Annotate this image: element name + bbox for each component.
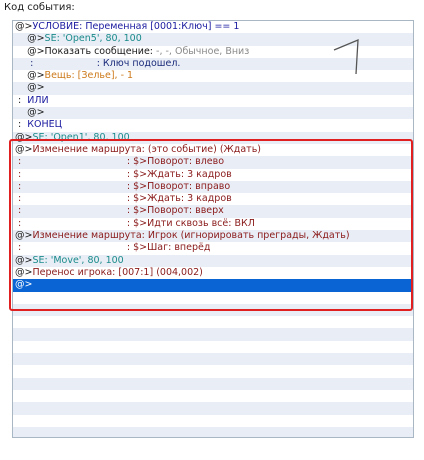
command-text: : : $>Идти сквозь всё: ВКЛ [15,217,255,229]
command-row[interactable] [13,377,413,390]
command-row[interactable] [13,426,413,437]
command-text: @> [15,82,45,94]
command-text: КОНЕЦ [27,119,63,131]
command-text: @> [15,254,33,266]
command-row[interactable]: @>УСЛОВИЕ: Переменная [0001:Ключ] == 1 [13,21,413,34]
command-row[interactable]: : : $>Идти сквозь всё: ВКЛ [13,217,413,231]
command-row[interactable] [13,340,413,354]
command-text: @> [15,33,45,45]
command-row[interactable]: @> [13,82,413,95]
command-text: : : $>Поворот: влево [15,156,225,168]
command-row[interactable]: @>Изменение маршрута: (это событие) (Жда… [13,143,413,157]
command-text: Перенос игрока: [007:1] (004,002) [32,266,203,278]
command-text: @> [15,131,33,143]
command-row[interactable]: : : $>Поворот: вверх [13,205,413,218]
command-text: : : Ключ подошел. [15,57,181,69]
command-row[interactable] [13,353,413,366]
command-text: : : $>Ждать: 3 кадров [15,193,232,205]
command-text: @>Показать сообщение: [15,45,157,57]
command-row[interactable]: : КОНЕЦ [13,119,413,132]
command-text: SE: 'Open1', 80, 100 [32,131,130,143]
command-text: SE: 'Move', 80, 100 [32,254,124,266]
command-text: @> [15,21,33,32]
command-row[interactable]: : ИЛИ [13,94,413,108]
command-row[interactable]: : : $>Ждать: 3 кадров [13,193,413,206]
command-row[interactable] [13,328,413,341]
command-text: @> [15,230,33,242]
command-text: @> [15,107,45,119]
command-text: : [15,119,28,131]
command-text: : : $>Ждать: 3 кадров [15,168,232,180]
command-row[interactable]: : : $>Поворот: влево [13,156,413,169]
command-row[interactable]: @> [13,107,413,120]
handwritten-mark-icon [333,39,359,75]
command-row[interactable] [13,303,413,317]
command-row[interactable] [13,414,413,427]
command-text: : : $>Поворот: вверх [15,205,224,217]
command-text: : [15,94,28,106]
event-code-list[interactable]: @>УСЛОВИЕ: Переменная [0001:Ключ] == 1 @… [12,20,414,438]
command-row[interactable]: : : $>Поворот: вправо [13,180,413,194]
command-row[interactable] [13,291,413,304]
command-text: Вещь: [Зелье], - 1 [44,70,134,82]
command-row[interactable] [13,316,413,329]
command-row[interactable] [13,389,413,403]
command-text: SE: 'Open5', 80, 100 [44,33,142,45]
command-row[interactable]: @>Изменение маршрута: Игрок (игнорироват… [13,230,413,243]
command-row[interactable]: @>SE: 'Open1', 80, 100 [13,131,413,144]
command-text: @> [15,70,45,82]
command-row[interactable]: @>SE: 'Move', 80, 100 [13,254,413,267]
command-text: : : $>Шаг: вперёд [15,242,211,254]
selected-command-row[interactable]: @> [13,279,413,292]
command-row[interactable]: @>Перенос игрока: [007:1] (004,002) [13,266,413,280]
command-row[interactable]: : : $>Шаг: вперёд [13,242,413,255]
command-text: УСЛОВИЕ: Переменная [0001:Ключ] == 1 [32,21,240,32]
command-row[interactable] [13,365,413,378]
command-row[interactable]: : : $>Ждать: 3 кадров [13,168,413,181]
command-text: Изменение маршрута: (это событие) (Ждать… [32,143,262,155]
command-text: ИЛИ [27,94,49,106]
command-text: @> [15,266,33,278]
command-text: : : $>Поворот: вправо [15,180,231,192]
command-row[interactable] [13,402,413,415]
command-text: @> [15,143,33,155]
command-text: @> [15,279,33,291]
command-text: Изменение маршрута: Игрок (игнорировать … [32,230,350,242]
panel-title: Код события: [4,2,75,13]
command-text: -, -, Обычное, Вниз [156,45,250,57]
